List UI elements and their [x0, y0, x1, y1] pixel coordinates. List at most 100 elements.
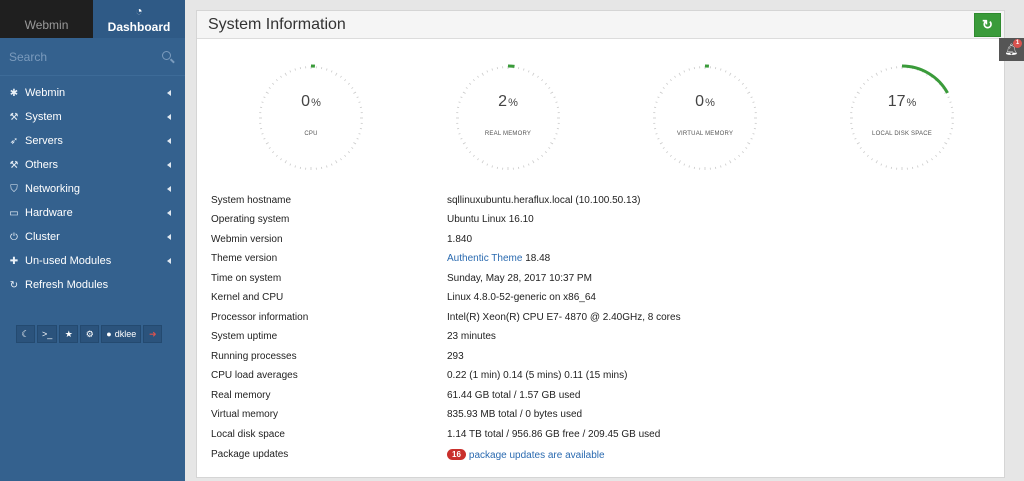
sidebar-item-system[interactable]: ⚒ System [0, 105, 185, 129]
gauge-tick [351, 147, 354, 149]
info-row-os: Operating system Ubuntu Linux 16.10 [211, 214, 991, 233]
hostname-link[interactable]: sqllinuxubuntu.heraflux.local (10.100.50… [447, 195, 640, 206]
info-value: Ubuntu Linux 16.10 [447, 214, 534, 225]
gauge-tick [335, 160, 338, 164]
hdd-icon: ▭ [9, 207, 19, 219]
night-mode-button[interactable]: ☾ [16, 325, 35, 343]
info-key: Operating system [211, 214, 290, 225]
gauge-tick [688, 68, 690, 71]
sidebar-item-others[interactable]: ⚒ Others [0, 153, 185, 177]
tab-dashboard[interactable]: ◔ Dashboard [93, 0, 185, 38]
sidebar-item-webmin[interactable]: ✱ Webmin [0, 81, 185, 105]
info-value: 1.840 [447, 234, 473, 245]
gauge-tick [944, 142, 948, 145]
gauge-tick [537, 158, 539, 161]
gauge-tick [859, 147, 862, 149]
sidebar-item-servers[interactable]: ➶ Servers [0, 129, 185, 153]
gauge-tick [481, 160, 484, 164]
gauge-tick [917, 165, 919, 168]
gauge-tick [926, 160, 929, 164]
gauge-tick [544, 151, 547, 154]
terminal-button[interactable]: >_ [37, 325, 58, 343]
time-link[interactable]: Sunday, May 28, 2017 10:37 PM [447, 273, 592, 284]
theme-link[interactable]: Authentic Theme [447, 253, 522, 264]
gauge-tick [284, 72, 287, 76]
info-key: Kernel and CPU [211, 292, 284, 303]
info-key: System uptime [211, 331, 278, 342]
updates-count-badge: 16 [447, 449, 466, 460]
gauge-tick [469, 151, 472, 154]
gauge-tick [272, 151, 275, 154]
gauge-tick [747, 142, 751, 145]
gauge-tick [335, 72, 338, 76]
gauge-value: 2% [498, 93, 518, 110]
gauge-value: 0% [695, 93, 715, 110]
sidebar-item-label: Hardware [25, 207, 73, 219]
gauge-tick [729, 72, 732, 76]
gear-icon: ✱ [9, 87, 19, 99]
gauge-tick [532, 72, 535, 76]
gauge-tick [678, 160, 681, 164]
gauge-tick [921, 163, 924, 166]
gauge-tick [330, 163, 333, 166]
gauge-tick [465, 147, 468, 149]
refresh-button[interactable]: ↻ [974, 13, 1001, 37]
gauge-virtual-memory: 0% VIRTUAL MEMORY [650, 63, 760, 173]
gauge-tick [477, 158, 479, 161]
gauge-tick [683, 163, 686, 166]
gauge-tick [875, 160, 878, 164]
gauge-tick [284, 160, 287, 164]
sidebar-item-unused-modules[interactable]: ✚ Un-used Modules [0, 249, 185, 273]
search-input[interactable] [9, 48, 176, 66]
gauge-tick [729, 160, 732, 164]
gauge-tick [724, 163, 727, 166]
info-value: 16 package updates are available [447, 449, 605, 461]
power-icon: ⏻ [10, 231, 18, 243]
gauge-tick [289, 163, 292, 166]
gauge-tick [326, 68, 328, 71]
sidebar-tabs: Webmin ◔ Dashboard [0, 0, 185, 38]
info-key: System hostname [211, 195, 292, 206]
gauge-tick [523, 165, 525, 168]
star-icon: ★ [64, 328, 73, 339]
gauge-tick [745, 87, 748, 89]
sidebar-item-label: System [25, 111, 62, 123]
info-value: Linux 4.8.0-52-generic on x86_64 [447, 292, 596, 303]
gauge-tick [294, 68, 296, 71]
logout-button[interactable]: ➜ [143, 325, 163, 343]
sidebar-item-refresh-modules[interactable]: ↻ Refresh Modules [0, 273, 185, 297]
favorites-button[interactable]: ★ [59, 325, 79, 343]
sidebar-item-hardware[interactable]: ▭ Hardware [0, 201, 185, 225]
gauge-dial [456, 64, 560, 170]
gauge-tick [859, 87, 862, 89]
refresh-icon: ↻ [9, 279, 19, 291]
info-key: Local disk space [211, 429, 285, 440]
sidebar-item-networking[interactable]: ⛉ Networking [0, 177, 185, 201]
puzzle-icon: ✚ [9, 255, 19, 267]
notifications-button[interactable]: 🔔︎ 1 [999, 38, 1024, 61]
gauge-tick [289, 70, 292, 73]
theme-settings-button[interactable]: ⚙ [80, 325, 100, 343]
gauge-tick [688, 165, 690, 168]
info-row-theme-version: Theme version Authentic Theme 18.48 [211, 253, 991, 272]
gauge-tick [885, 165, 887, 168]
gauge-tick [340, 158, 342, 161]
gauge-tick [750, 137, 753, 140]
shield-icon: ⛉ [10, 183, 18, 195]
gauge-tick [268, 87, 271, 89]
info-row-hostname: System hostname sqllinuxubuntu.heraflux.… [211, 195, 991, 214]
search-icon[interactable] [162, 51, 171, 60]
gauge-tick [347, 82, 350, 85]
user-button[interactable]: ● dklee [101, 325, 142, 343]
gauge-tick [527, 70, 530, 73]
gauge-tick [344, 79, 347, 82]
gauge-value: 0% [301, 93, 321, 110]
info-value: 835.93 MB total / 0 bytes used [447, 409, 583, 420]
processes-link[interactable]: 293 [447, 351, 464, 362]
tab-webmin[interactable]: Webmin [0, 0, 93, 38]
package-updates-link[interactable]: package updates are available [469, 450, 605, 461]
sidebar-item-cluster[interactable]: ⏻ Cluster [0, 225, 185, 249]
gauge-tick [734, 75, 736, 78]
uptime-link[interactable]: 23 minutes [447, 331, 496, 342]
gauge-tick [880, 163, 883, 166]
